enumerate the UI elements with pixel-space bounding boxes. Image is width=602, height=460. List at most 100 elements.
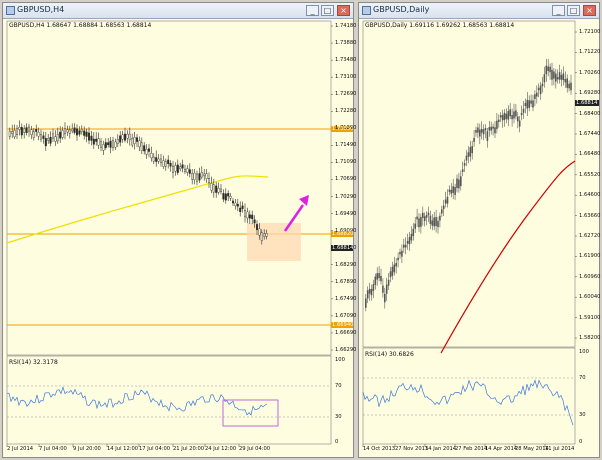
daily-candle bbox=[365, 298, 367, 308]
daily-candle bbox=[456, 178, 458, 189]
daily-candle bbox=[477, 127, 479, 133]
h4-candle bbox=[193, 172, 196, 180]
daily-candle bbox=[518, 120, 521, 127]
h4-date-label: 7 Jul 04:00 bbox=[39, 446, 67, 452]
h4-candle bbox=[231, 200, 234, 204]
daily-candle bbox=[509, 109, 511, 117]
daily-price-label: 1.71220 bbox=[579, 49, 601, 56]
daily-candle bbox=[423, 216, 426, 221]
h4-rsi-highlight-box bbox=[222, 399, 279, 427]
h4-candle bbox=[181, 164, 184, 169]
daily-rsi-level-label: 0 bbox=[579, 439, 583, 445]
daily-price-chart[interactable] bbox=[359, 3, 601, 459]
daily-candle bbox=[528, 100, 530, 108]
h4-candle bbox=[227, 193, 230, 197]
h4-candle bbox=[114, 141, 117, 148]
daily-candle bbox=[515, 110, 517, 117]
h4-candle bbox=[52, 133, 55, 139]
h4-price-label: 1.73100 bbox=[335, 74, 357, 81]
h4-candle bbox=[32, 131, 35, 138]
daily-candle bbox=[543, 74, 546, 83]
h4-price-label: 1.73480 bbox=[335, 57, 357, 64]
daily-candle bbox=[460, 176, 462, 186]
h4-candle bbox=[73, 127, 76, 133]
h4-candle bbox=[83, 130, 86, 136]
h4-candle bbox=[47, 138, 50, 141]
h4-candle bbox=[255, 224, 258, 230]
h4-candle bbox=[116, 139, 119, 144]
daily-candle bbox=[560, 74, 563, 80]
h4-candle bbox=[263, 233, 266, 237]
h4-candle bbox=[121, 134, 124, 140]
daily-candle bbox=[490, 126, 492, 131]
daily-candle bbox=[484, 128, 487, 131]
h4-candle bbox=[224, 193, 227, 201]
daily-date-label: 14 Apr 2014 bbox=[485, 446, 518, 452]
daily-rsi-line bbox=[362, 379, 574, 426]
daily-candle bbox=[520, 112, 523, 116]
daily-candle bbox=[553, 71, 555, 79]
h4-price-label: 1.66290 bbox=[335, 347, 357, 353]
daily-candle bbox=[441, 209, 443, 214]
daily-candle bbox=[473, 137, 475, 142]
daily-candle bbox=[526, 99, 529, 109]
daily-candle bbox=[501, 114, 504, 121]
daily-candle bbox=[522, 108, 525, 113]
daily-date-label: 27 Nov 2013 bbox=[395, 446, 429, 452]
daily-candle bbox=[463, 163, 466, 166]
h4-candle bbox=[35, 129, 38, 132]
h4-candle bbox=[25, 127, 28, 134]
h4-candle bbox=[111, 140, 114, 148]
h4-rsi-frame bbox=[6, 355, 332, 445]
daily-candle bbox=[471, 146, 473, 154]
h4-candle bbox=[188, 169, 191, 174]
h4-candle bbox=[258, 228, 261, 236]
h4-candle bbox=[23, 128, 26, 133]
h4-candle bbox=[56, 134, 59, 142]
daily-candle bbox=[555, 73, 557, 82]
daily-candle bbox=[469, 147, 472, 157]
daily-chart-window[interactable]: GBPUSD,Daily _ □ × GBPUSD,Daily 1.69116 … bbox=[358, 2, 600, 458]
h4-candle bbox=[152, 156, 155, 162]
h4-candle bbox=[80, 128, 83, 132]
h4-level-label: 1.66940 bbox=[332, 322, 354, 328]
daily-candle bbox=[429, 215, 432, 225]
daily-candle bbox=[537, 87, 540, 91]
h4-price-label: 1.68290 bbox=[335, 261, 357, 268]
daily-candle bbox=[374, 276, 377, 285]
daily-candle bbox=[494, 127, 496, 134]
h4-candle bbox=[207, 178, 210, 183]
daily-candle bbox=[395, 262, 397, 267]
daily-candle bbox=[536, 92, 538, 97]
daily-candle bbox=[368, 288, 371, 294]
h4-candle bbox=[236, 203, 239, 207]
daily-price-label: 1.65520 bbox=[579, 171, 601, 178]
daily-candle bbox=[549, 66, 551, 73]
h4-candle bbox=[200, 172, 203, 178]
daily-candle bbox=[422, 212, 424, 218]
h4-candle bbox=[260, 232, 263, 241]
daily-candle bbox=[403, 244, 405, 248]
daily-candle bbox=[511, 115, 513, 120]
daily-price-label: 1.64600 bbox=[579, 192, 601, 199]
h4-chart-window[interactable]: GBPUSD,H4 _ □ × GBPUSD,H4 1.68647 1.6888… bbox=[2, 2, 357, 459]
h4-candle bbox=[164, 161, 167, 167]
daily-candle bbox=[562, 73, 565, 81]
daily-plot-frame bbox=[362, 20, 576, 348]
h4-candle bbox=[15, 128, 18, 136]
h4-date-label: 24 Jul 12:00 bbox=[205, 446, 237, 452]
daily-candle bbox=[545, 65, 548, 75]
daily-candle bbox=[406, 240, 409, 244]
h4-candle bbox=[217, 187, 220, 193]
daily-candle bbox=[433, 217, 435, 227]
h4-candle bbox=[203, 173, 206, 177]
daily-candle bbox=[420, 216, 422, 227]
daily-candle bbox=[418, 218, 420, 228]
daily-candle bbox=[461, 169, 464, 173]
daily-candle bbox=[479, 129, 481, 137]
h4-candle bbox=[248, 214, 251, 219]
h4-candle bbox=[222, 193, 225, 200]
h4-price-chart[interactable] bbox=[3, 3, 355, 459]
h4-rsi-label: RSI(14) 32.3178 bbox=[9, 359, 58, 366]
h4-candle bbox=[215, 185, 218, 193]
